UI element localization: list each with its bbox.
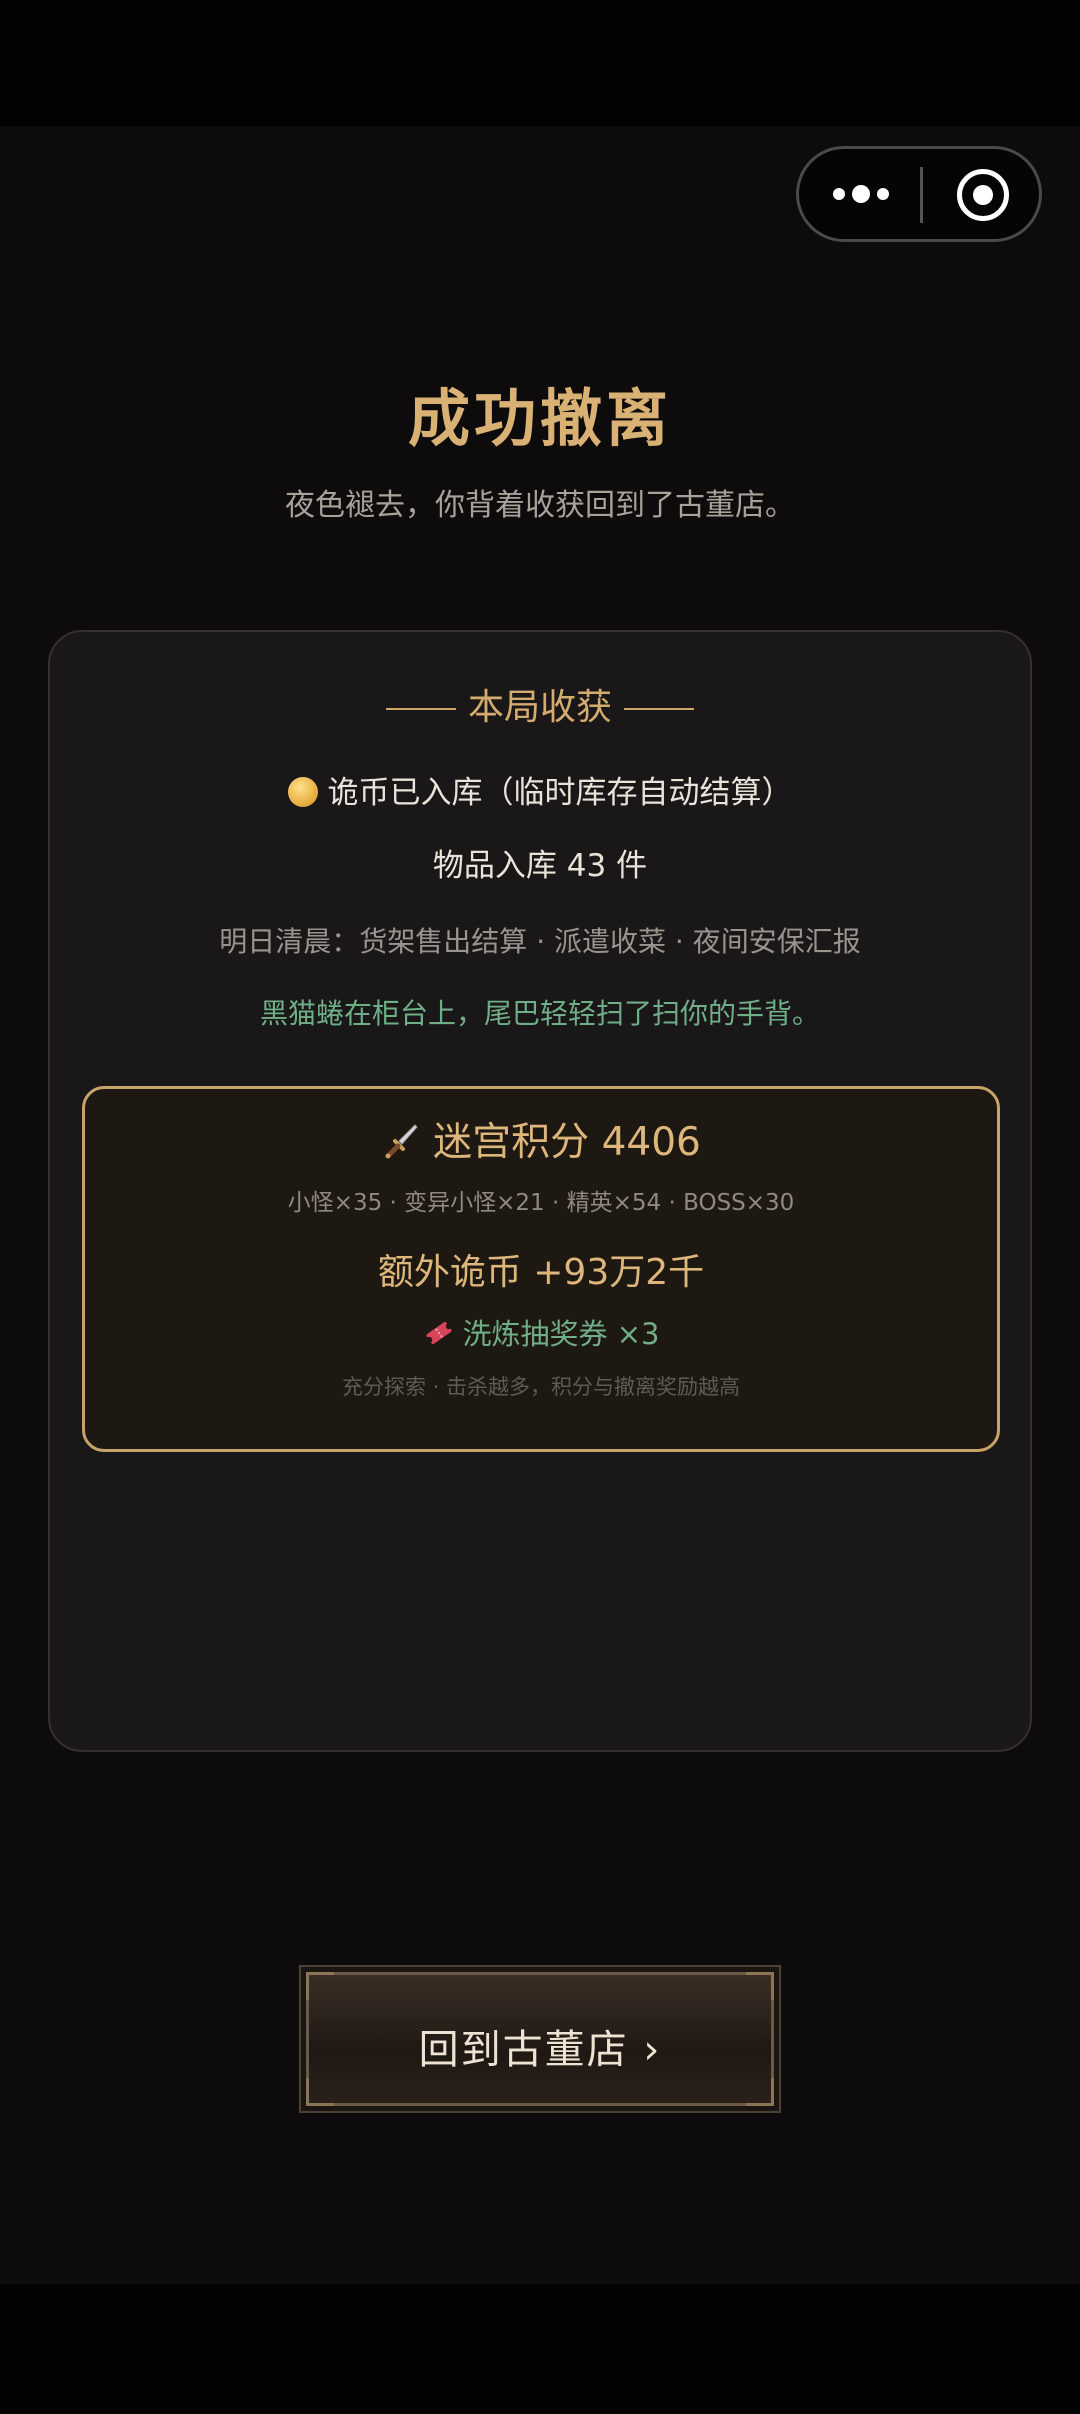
extra-coin-reward: 额外诡币 +93万2千 xyxy=(377,1252,705,1293)
maze-score-panel: 迷宫积分 4406 小怪×35 · 变异小怪×21 · 精英×54 · BOSS… xyxy=(82,1086,1000,1452)
lottery-ticket-text: 洗炼抽奖券 ×3 xyxy=(462,1317,660,1351)
capsule-divider xyxy=(920,167,923,223)
page-title: 成功撤离 xyxy=(407,382,672,455)
items-stored-line: 物品入库 43 件 xyxy=(432,848,648,884)
title-rule-right xyxy=(624,708,694,710)
frame-corner xyxy=(746,2078,774,2106)
ticket-icon xyxy=(425,1321,452,1345)
more-dots-icon[interactable] xyxy=(831,177,891,213)
kill-breakdown: 小怪×35 · 变异小怪×21 · 精英×54 · BOSS×30 xyxy=(287,1190,795,1216)
coin-stored-line: 诡币已入库（临时库存自动结算） xyxy=(50,767,1030,812)
coin-icon xyxy=(287,776,318,807)
dagger-icon xyxy=(385,1123,418,1158)
haul-card: 本局收获 诡币已入库（临时库存自动结算） 物品入库 43 件 明日清晨：货架售出… xyxy=(48,630,1032,1752)
lottery-ticket-reward: 洗炼抽奖券 ×3 xyxy=(85,1311,997,1353)
maze-score-text: 迷宫积分 4406 xyxy=(433,1120,701,1165)
coin-stored-text: 诡币已入库（临时库存自动结算） xyxy=(327,775,793,811)
maze-score-title: 迷宫积分 4406 xyxy=(85,1111,997,1167)
return-to-shop-button[interactable]: 回到古董店 › xyxy=(306,1972,774,2106)
target-circle-icon[interactable] xyxy=(957,169,1009,221)
frame-corner xyxy=(306,2078,334,2106)
exploration-hint: 充分探索 · 击杀越多，积分与撤离奖励越高 xyxy=(341,1375,741,1399)
return-button-label: 回到古董店 › xyxy=(418,2027,662,2073)
mini-program-capsule xyxy=(796,146,1042,242)
page-subtitle: 夜色褪去，你背着收获回到了古董店。 xyxy=(285,488,795,523)
status-bar xyxy=(0,0,1080,126)
haul-section-title: 本局收获 xyxy=(50,678,1030,730)
navigation-bar xyxy=(0,2284,1080,2414)
haul-section-label: 本局收获 xyxy=(467,687,612,728)
frame-corner xyxy=(306,1972,334,2000)
frame-corner xyxy=(746,1972,774,2000)
tomorrow-settlement-line: 明日清晨：货架售出结算 · 派遣收菜 · 夜间安保汇报 xyxy=(219,925,861,958)
title-rule-left xyxy=(385,708,456,710)
black-cat-flavor-text: 黑猫蜷在柜台上，尾巴轻轻扫了扫你的手背。 xyxy=(259,997,820,1030)
